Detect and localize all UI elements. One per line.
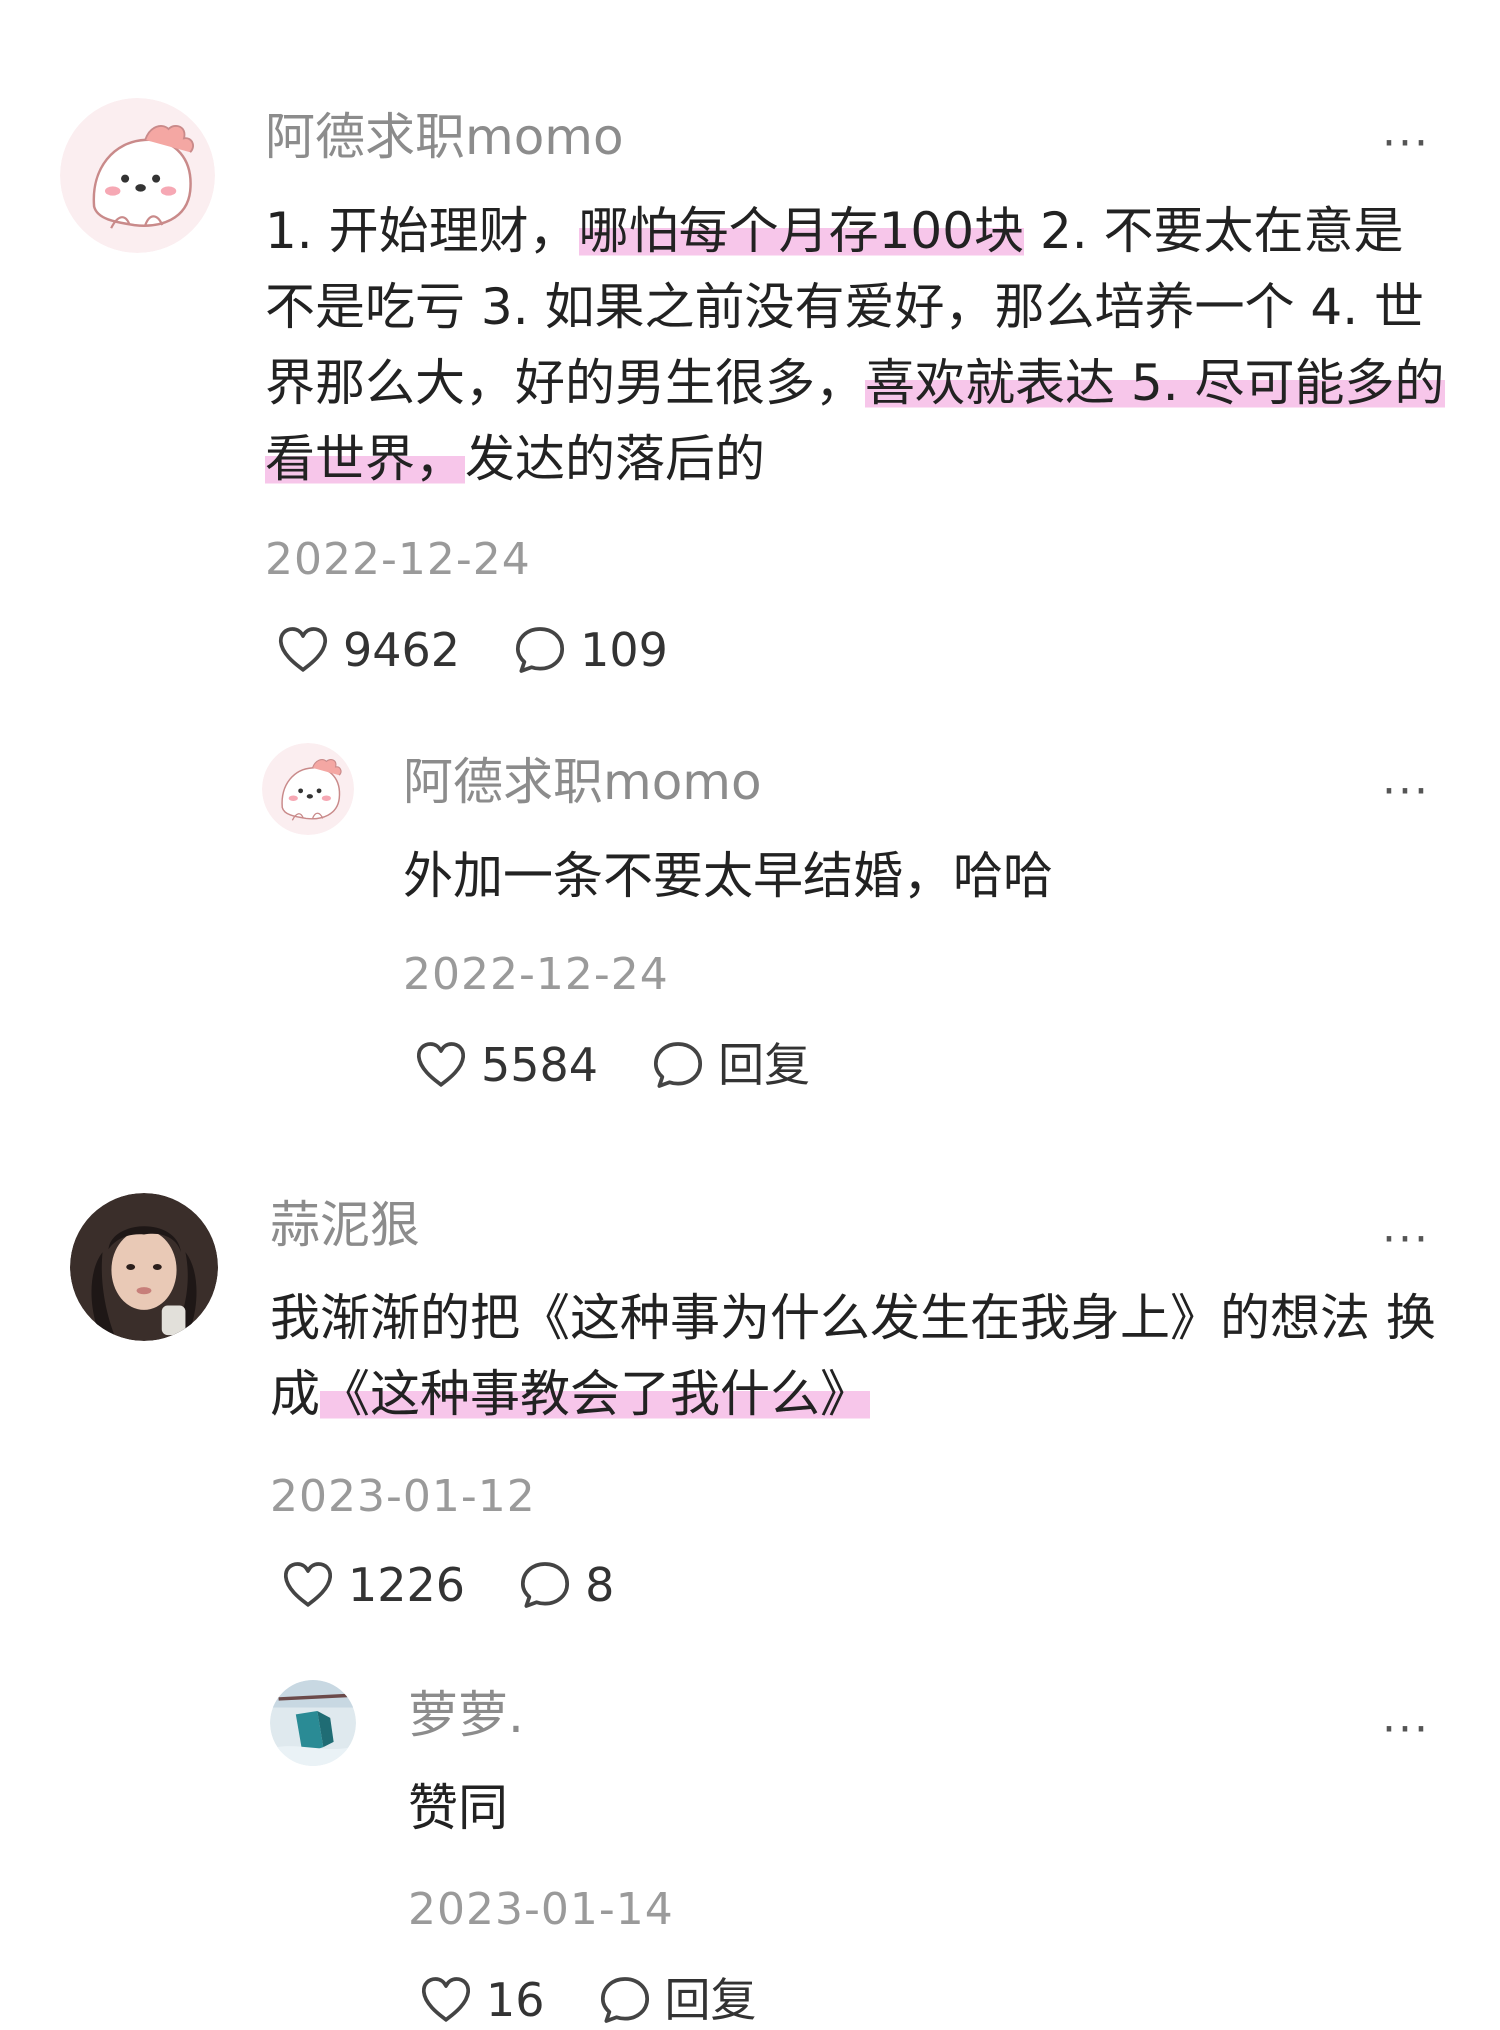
comment-bubble-icon [512, 622, 568, 678]
reply-label: 109 [580, 623, 668, 677]
comment-bubble-icon [650, 1037, 706, 1093]
avatar[interactable] [60, 98, 215, 253]
comment-actions: 9462 109 [275, 620, 720, 680]
more-options-icon[interactable]: ··· [1382, 1708, 1430, 1752]
reply-label: 回复 [664, 1973, 757, 2027]
like-button[interactable]: 1226 [280, 1557, 465, 1613]
heart-icon [413, 1037, 469, 1093]
reply-button[interactable]: 回复 [650, 1037, 810, 1093]
comment-date: 2023-01-14 [408, 1884, 674, 1935]
avatar[interactable] [270, 1680, 356, 1766]
comment-actions: 5584 回复 [413, 1035, 862, 1095]
avatar-image [262, 743, 354, 835]
reply-button[interactable]: 回复 [597, 1972, 757, 2028]
comment-text-segment: 发达的落后的 [465, 430, 765, 488]
avatar[interactable] [262, 743, 354, 835]
reply-button[interactable]: 8 [517, 1557, 614, 1613]
comment-text: 我渐渐的把《这种事为什么发生在我身上》的想法 换成《这种事教会了我什么》 [270, 1280, 1450, 1432]
avatar-image [60, 98, 215, 253]
more-options-icon[interactable]: ··· [1382, 122, 1430, 166]
like-button[interactable]: 16 [418, 1972, 545, 2028]
heart-icon [418, 1972, 474, 2028]
comment-date: 2022-12-24 [403, 949, 669, 1000]
like-count: 9462 [343, 623, 461, 677]
comment-bubble-icon [517, 1557, 573, 1613]
more-options-icon[interactable]: ··· [1382, 1218, 1430, 1262]
username[interactable]: 蒜泥狠 [270, 1200, 420, 1250]
more-options-icon[interactable]: ··· [1382, 770, 1430, 814]
username[interactable]: 阿德求职momo [265, 112, 624, 162]
comment-actions: 1226 8 [280, 1555, 666, 1615]
avatar-image [70, 1193, 218, 1341]
avatar[interactable] [70, 1193, 218, 1341]
like-button[interactable]: 5584 [413, 1037, 598, 1093]
avatar-image [270, 1680, 356, 1766]
comment-actions: 16 回复 [418, 1970, 809, 2030]
reply-label: 8 [585, 1558, 615, 1612]
comment-text-segment: 外加一条不要太早结婚，哈哈 [403, 847, 1053, 905]
highlighted-text: 《这种事教会了我什么》 [320, 1365, 870, 1423]
comment-text: 赞同 [408, 1770, 1448, 1846]
heart-icon [275, 622, 331, 678]
like-button[interactable]: 9462 [275, 622, 460, 678]
comment-text-segment: 1. 开始理财， [265, 202, 579, 260]
comment-bubble-icon [597, 1972, 653, 2028]
comment-text: 外加一条不要太早结婚，哈哈 [403, 838, 1443, 914]
comment-text-segment: 赞同 [408, 1779, 508, 1837]
heart-icon [280, 1557, 336, 1613]
comment-date: 2022-12-24 [265, 534, 531, 585]
like-count: 16 [486, 1973, 545, 2027]
reply-button[interactable]: 109 [512, 622, 668, 678]
like-count: 1226 [348, 1558, 466, 1612]
username[interactable]: 阿德求职momo [403, 757, 762, 807]
comment-date: 2023-01-12 [270, 1471, 536, 1522]
reply-label: 回复 [718, 1038, 811, 1092]
username[interactable]: 萝萝. [408, 1690, 524, 1740]
comment-text: 1. 开始理财，哪怕每个月存100块 2. 不要太在意是不是吃亏 3. 如果之前… [265, 193, 1445, 497]
highlighted-text: 哪怕每个月存100块 [578, 202, 1025, 260]
like-count: 5584 [481, 1038, 599, 1092]
